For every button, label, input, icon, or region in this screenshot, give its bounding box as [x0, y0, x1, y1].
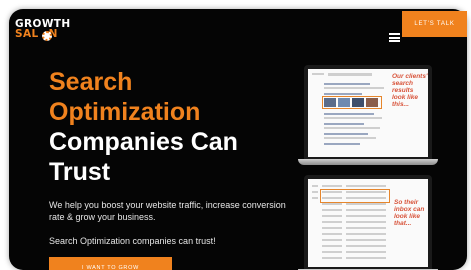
- inbox-sender: [322, 227, 342, 229]
- hero-subtitle: We help you boost your website traffic, …: [49, 200, 286, 222]
- lets-talk-button[interactable]: LET'S TALK: [402, 11, 467, 37]
- laptop-inbox: So their inbox can look like that...: [298, 175, 438, 270]
- result-text: [324, 87, 384, 89]
- hero-tagline: Search Optimization companies can trust!: [49, 236, 216, 246]
- inbox-subject: [346, 221, 386, 223]
- result-title: [324, 93, 362, 95]
- hero-title-line-3: Companies Can: [49, 128, 238, 156]
- inbox-sender: [322, 245, 342, 247]
- annotation-inbox: So their inbox can look like that...: [394, 199, 425, 227]
- hero-title-line-2: Optimization: [49, 98, 201, 126]
- laptop-base: [298, 159, 438, 165]
- result-text: [324, 137, 376, 139]
- search-logo-line: [312, 73, 324, 75]
- menu-bar: [389, 40, 400, 42]
- inbox-subject: [346, 215, 386, 217]
- search-box: [328, 73, 372, 76]
- inbox-sender: [322, 221, 342, 223]
- result-title: [324, 83, 370, 85]
- menu-bar: [389, 33, 400, 35]
- result-title: [324, 133, 368, 135]
- inbox-subject: [346, 203, 386, 205]
- inbox-subject: [346, 233, 386, 235]
- hero-title-line-4: Trust: [49, 158, 111, 186]
- gear-icon: [42, 31, 52, 41]
- inbox-sender: [322, 239, 342, 241]
- inbox-screenshot: So their inbox can look like that...: [308, 179, 428, 267]
- i-want-to-grow-button[interactable]: I WANT TO GROW: [49, 257, 172, 270]
- result-title: [324, 113, 374, 115]
- laptop-search-results: Our clients' search results look like th…: [298, 65, 438, 165]
- highlight-box: [322, 96, 382, 109]
- menu-bar: [389, 36, 400, 39]
- inbox-sidebar: [312, 191, 318, 193]
- result-text: [324, 127, 380, 129]
- inbox-subject: [346, 245, 386, 247]
- logo-line-2-start: SAL: [15, 28, 39, 40]
- inbox-subject: [346, 257, 386, 259]
- laptop-screen: So their inbox can look like that...: [304, 175, 432, 269]
- inbox-sender: [322, 185, 342, 187]
- hamburger-icon[interactable]: [389, 33, 400, 42]
- search-results-screenshot: Our clients' search results look like th…: [308, 69, 428, 157]
- inbox-subject: [346, 239, 386, 241]
- inbox-sender: [322, 251, 342, 253]
- inbox-subject: [346, 227, 386, 229]
- inbox-sender: [322, 233, 342, 235]
- inbox-sidebar: [312, 185, 318, 187]
- inbox-sender: [322, 257, 342, 259]
- inbox-sender: [322, 203, 342, 205]
- highlight-box: [320, 189, 390, 203]
- inbox-sender: [322, 209, 342, 211]
- inbox-sender: [322, 215, 342, 217]
- inbox-sidebar: [312, 197, 318, 199]
- annotation-search: Our clients' search results look like th…: [392, 73, 428, 108]
- hero-title-line-1: Search: [49, 68, 133, 96]
- growth-salon-logo[interactable]: GROWTH SAL N: [15, 19, 71, 41]
- result-title: [324, 143, 360, 145]
- result-text: [324, 117, 382, 119]
- inbox-subject: [346, 251, 386, 253]
- inbox-subject: [346, 185, 386, 187]
- inbox-subject: [346, 209, 386, 211]
- laptop-screen: Our clients' search results look like th…: [304, 65, 432, 159]
- website-frame: GROWTH SAL N Search Optimization Companie…: [9, 9, 467, 270]
- result-title: [324, 123, 364, 125]
